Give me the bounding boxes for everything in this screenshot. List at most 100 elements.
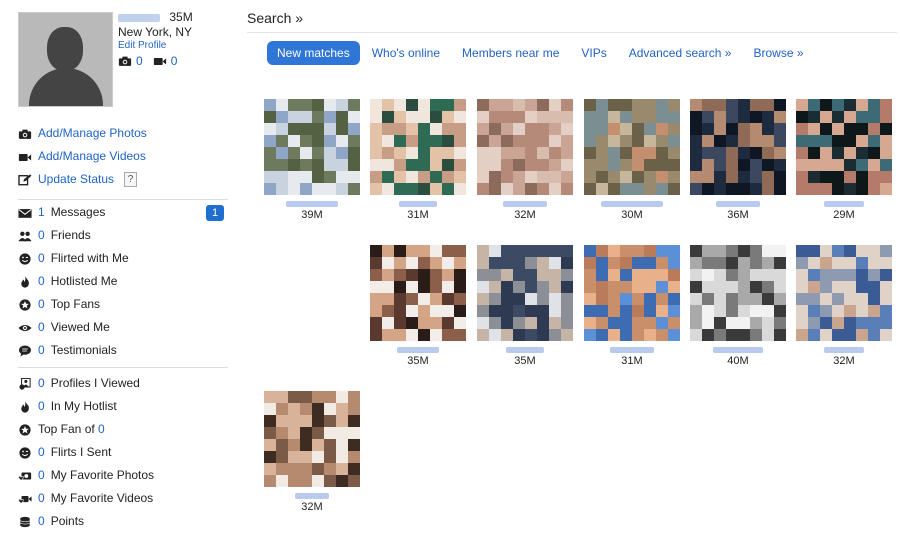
edit-profile-link[interactable]: Edit Profile	[118, 40, 230, 52]
match-card[interactable]: 29M	[796, 99, 892, 222]
match-username-blurred[interactable]	[399, 201, 437, 207]
camera-icon	[18, 128, 32, 140]
match-photo[interactable]	[796, 99, 892, 195]
match-card[interactable]: 31M	[370, 99, 466, 222]
match-photo[interactable]	[690, 99, 786, 195]
envelope-icon	[18, 207, 32, 219]
match-card[interactable]: 35M	[370, 245, 466, 368]
match-card[interactable]: 40M	[690, 245, 786, 368]
match-photo[interactable]	[477, 245, 573, 341]
match-username-blurred[interactable]	[824, 201, 864, 207]
tab-browse[interactable]: Browse »	[743, 41, 813, 65]
favorite-videos-item[interactable]: 0 My Favorite Videos	[18, 487, 230, 510]
wink-icon	[18, 446, 32, 459]
profiles-i-viewed-item[interactable]: 0 Profiles I Viewed	[18, 372, 230, 395]
match-username-blurred[interactable]	[824, 347, 864, 353]
photo-count-value[interactable]: 0	[136, 52, 143, 70]
match-photo[interactable]	[690, 245, 786, 341]
friends-label: Friends	[50, 228, 91, 242]
match-photo[interactable]	[264, 99, 360, 195]
favorite-videos-count[interactable]: 0	[38, 487, 45, 510]
match-card[interactable]: 32M	[796, 245, 892, 368]
points-count[interactable]: 0	[38, 510, 45, 533]
match-username-blurred[interactable]	[716, 201, 760, 207]
hotlisted-me-item[interactable]: 0 Hotlisted Me	[18, 270, 230, 293]
match-card[interactable]: 32M	[264, 391, 360, 514]
divider	[18, 199, 228, 200]
points-item[interactable]: 0 Points	[18, 510, 230, 533]
flirted-count[interactable]: 0	[38, 247, 45, 270]
messages-item[interactable]: 1 Messages 1	[18, 201, 230, 224]
messages-count[interactable]: 1	[38, 201, 45, 224]
video-count[interactable]: 0	[153, 52, 178, 70]
tab-vips[interactable]: VIPs	[571, 41, 616, 65]
camera-icon	[118, 55, 132, 67]
in-my-hotlist-item[interactable]: 0 In My Hotlist	[18, 395, 230, 418]
match-username-blurred[interactable]	[295, 493, 329, 499]
match-photo[interactable]	[264, 391, 360, 487]
add-manage-videos[interactable]: Add/Manage Videos	[18, 145, 230, 168]
testimonials-item[interactable]: 0 Testimonials	[18, 339, 230, 362]
match-username-blurred[interactable]	[601, 201, 663, 207]
add-manage-photos[interactable]: Add/Manage Photos	[18, 122, 230, 145]
tab-members-near-me[interactable]: Members near me	[452, 41, 569, 65]
top-fans-count[interactable]: 0	[38, 293, 45, 316]
update-status[interactable]: Update Status ?	[18, 168, 230, 191]
match-photo[interactable]	[370, 99, 466, 195]
favorite-photos-label: My Favorite Photos	[50, 468, 155, 482]
video-count-value[interactable]: 0	[171, 52, 178, 70]
match-username-blurred[interactable]	[397, 347, 439, 353]
add-manage-videos-link[interactable]: Add/Manage Videos	[38, 145, 146, 168]
match-card[interactable]: 30M	[584, 99, 680, 222]
testimonials-count[interactable]: 0	[38, 339, 45, 362]
match-photo[interactable]	[796, 245, 892, 341]
match-card[interactable]: 31M	[584, 245, 680, 368]
match-username-blurred[interactable]	[286, 201, 338, 207]
top-fans-label: Top Fans	[50, 297, 101, 311]
tab-advanced-search[interactable]: Advanced search »	[619, 41, 742, 65]
hotlist-count[interactable]: 0	[38, 395, 45, 418]
update-status-link[interactable]: Update Status	[38, 168, 114, 191]
match-username-blurred[interactable]	[713, 347, 763, 353]
match-card[interactable]: 35M	[477, 245, 573, 368]
favorite-photos-count[interactable]: 0	[38, 464, 45, 487]
match-photo[interactable]	[584, 245, 680, 341]
search-title[interactable]: Search »	[247, 10, 897, 26]
profile-name-row: 35M	[118, 10, 230, 25]
hotlist-label: In My Hotlist	[50, 399, 117, 413]
top-fan-of-item[interactable]: Top Fan of 0	[18, 418, 230, 441]
hotlisted-count[interactable]: 0	[38, 270, 45, 293]
top-fan-of-count[interactable]: 0	[98, 418, 105, 441]
favorite-photos-item[interactable]: 0 My Favorite Photos	[18, 464, 230, 487]
top-fans-item[interactable]: 0 Top Fans	[18, 293, 230, 316]
match-card[interactable]: 39M	[264, 99, 360, 222]
profile-age-sex: 35M	[169, 10, 193, 24]
match-age-sex: 31M	[621, 355, 643, 367]
viewed-me-count[interactable]: 0	[38, 316, 45, 339]
tab-new-matches[interactable]: New matches	[267, 41, 360, 65]
messages-badge[interactable]: 1	[206, 204, 224, 221]
viewed-me-item[interactable]: 0 Viewed Me	[18, 316, 230, 339]
star-badge-icon	[18, 298, 32, 311]
match-photo[interactable]	[584, 99, 680, 195]
flirts-i-sent-item[interactable]: 0 Flirts I Sent	[18, 441, 230, 464]
match-username-blurred[interactable]	[506, 347, 544, 353]
match-card[interactable]: 36M	[690, 99, 786, 222]
match-photo[interactable]	[370, 245, 466, 341]
match-photo[interactable]	[477, 99, 573, 195]
flirts-sent-count[interactable]: 0	[38, 441, 45, 464]
favorite-photos-icon	[18, 470, 32, 482]
match-username-blurred[interactable]	[610, 347, 654, 353]
friends-count[interactable]: 0	[38, 224, 45, 247]
help-button[interactable]: ?	[124, 172, 138, 187]
match-username-blurred[interactable]	[503, 201, 547, 207]
friends-item[interactable]: 0 Friends	[18, 224, 230, 247]
add-manage-photos-link[interactable]: Add/Manage Photos	[38, 122, 147, 145]
match-card[interactable]: 32M	[477, 99, 573, 222]
photo-count[interactable]: 0	[118, 52, 143, 70]
tab-whos-online[interactable]: Who's online	[362, 41, 450, 65]
flirted-with-me-item[interactable]: 0 Flirted with Me	[18, 247, 230, 270]
avatar[interactable]	[18, 12, 113, 107]
profile-username-blurred[interactable]	[118, 13, 160, 22]
profiles-viewed-count[interactable]: 0	[38, 372, 45, 395]
